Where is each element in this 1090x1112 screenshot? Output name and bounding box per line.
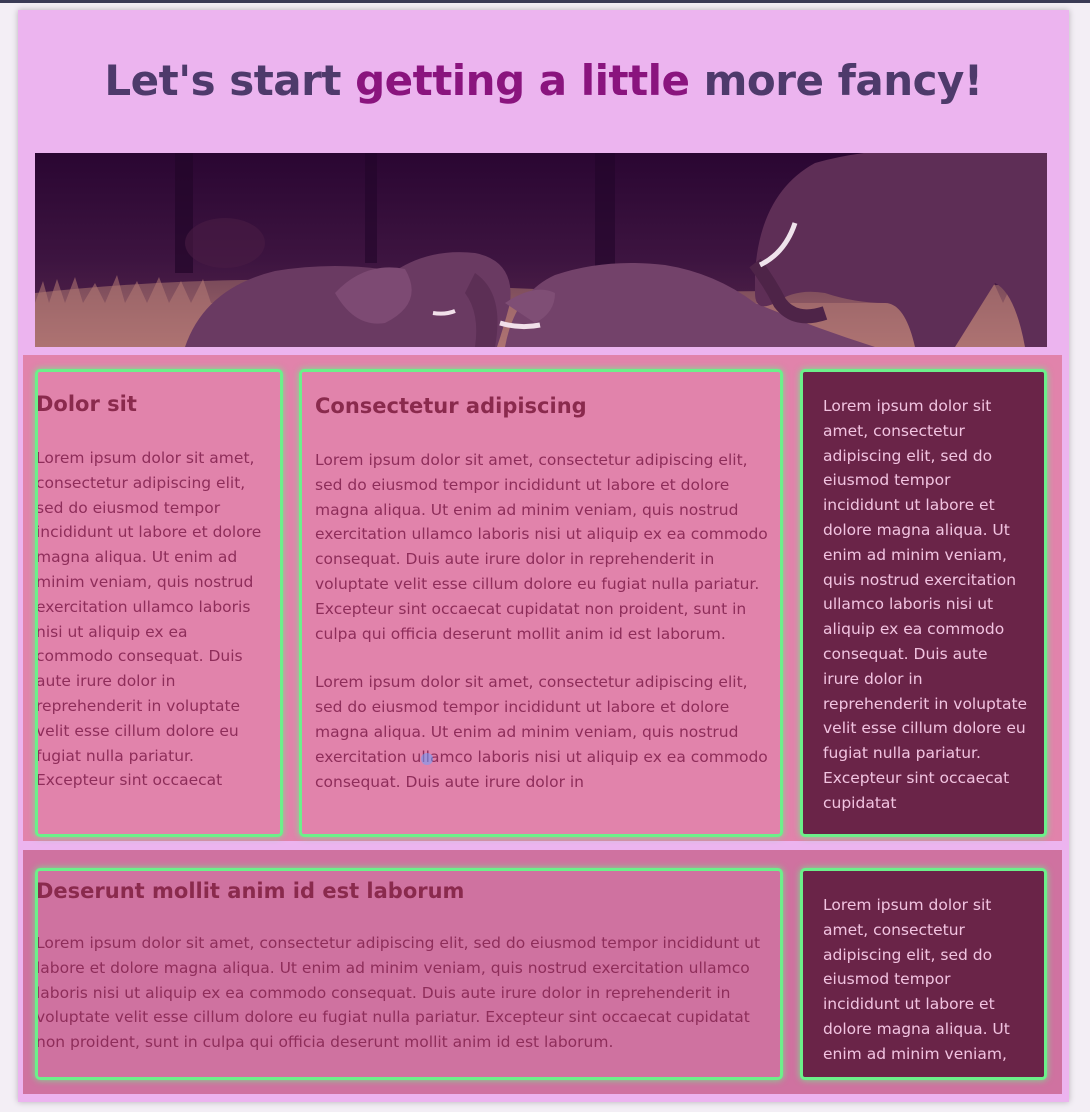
mouse-cursor-highlight <box>421 753 433 765</box>
title-part-2: more fancy! <box>689 56 983 105</box>
aside-column: Lorem ipsum dolor sit amet, consectetur … <box>800 868 1047 1080</box>
elephants-illustration <box>35 153 1047 347</box>
aside-column: Lorem ipsum dolor sit amet, consectetur … <box>800 369 1047 837</box>
title-part-1: Let's start <box>104 56 356 105</box>
page-container: Let's start getting a little more fancy! <box>18 10 1069 1102</box>
title-accent: getting a little <box>355 56 690 105</box>
column-text: Lorem ipsum dolor sit amet, consectetur … <box>36 449 262 790</box>
column-heading: Dolor sit <box>36 392 137 416</box>
column-heading: Consectetur adipiscing <box>315 394 587 418</box>
content-row-1: Dolor sit Lorem ipsum dolor sit amet, co… <box>23 355 1062 841</box>
content-row-2: Deserunt mollit anim id est laborum Lore… <box>23 850 1062 1094</box>
column-deserunt-mollit: Deserunt mollit anim id est laborum Lore… <box>35 868 783 1080</box>
column-dolor-sit: Dolor sit Lorem ipsum dolor sit amet, co… <box>35 369 283 837</box>
column-paragraph-2: Lorem ipsum dolor sit amet, consectetur … <box>315 673 768 791</box>
column-consectetur-adipiscing: Consectetur adipiscing Lorem ipsum dolor… <box>299 369 783 837</box>
page-title: Let's start getting a little more fancy! <box>18 56 1069 105</box>
top-border <box>0 0 1090 3</box>
column-heading: Deserunt mollit anim id est laborum <box>36 879 465 903</box>
column-paragraph-1: Lorem ipsum dolor sit amet, consectetur … <box>315 451 768 643</box>
aside-text: Lorem ipsum dolor sit amet, consectetur … <box>823 397 1028 812</box>
hero-image-elephants <box>35 153 1047 347</box>
column-text: Lorem ipsum dolor sit amet, consectetur … <box>36 934 761 1052</box>
aside-text: Lorem ipsum dolor sit amet, consectetur … <box>823 896 1010 1063</box>
